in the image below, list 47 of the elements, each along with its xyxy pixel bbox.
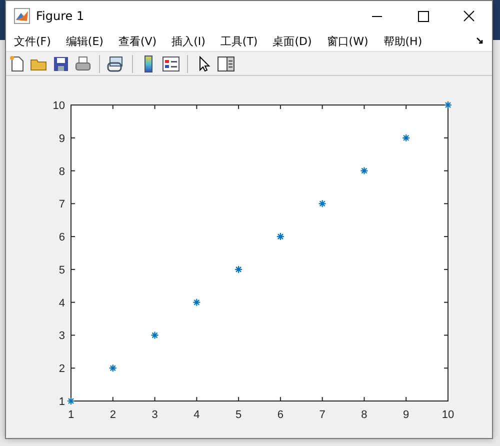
- data-point: [444, 100, 452, 110]
- data-point: [150, 331, 159, 340]
- data-point: [360, 166, 368, 175]
- y-tick-label: 4: [58, 297, 65, 310]
- menu-item[interactable]: 工具(T): [220, 34, 258, 48]
- menu-item[interactable]: 窗口(W): [326, 34, 368, 48]
- app-icon: [14, 8, 30, 24]
- data-point: [108, 364, 117, 372]
- window-title: Figure 1: [36, 9, 84, 23]
- menu-item[interactable]: 桌面(D): [272, 34, 312, 48]
- x-tick-label: 6: [277, 409, 284, 421]
- menu-item[interactable]: 查看(V): [118, 34, 157, 48]
- y-tick-label: 10: [52, 100, 65, 112]
- x-tick-label: 9: [403, 409, 410, 421]
- dock-icon[interactable]: [476, 37, 484, 45]
- x-tick-label: 10: [442, 409, 454, 421]
- save-icon[interactable]: [52, 54, 70, 72]
- data-point: [318, 200, 326, 208]
- menu-item[interactable]: 帮助(H): [383, 34, 422, 48]
- menu-item[interactable]: 文件(F): [14, 34, 51, 48]
- new-file-icon[interactable]: [8, 54, 26, 72]
- y-tick-label: 3: [58, 330, 65, 342]
- y-tick-label: 8: [58, 166, 65, 178]
- x-tick-label: 3: [152, 409, 158, 421]
- x-tick-label: 4: [194, 409, 200, 421]
- data-point: [234, 265, 243, 274]
- x-tick-label: 2: [110, 409, 116, 421]
- print-icon[interactable]: [74, 54, 92, 72]
- y-tick-label: 6: [58, 232, 65, 244]
- x-tick-label: 8: [361, 409, 368, 421]
- y-tick-label: 2: [58, 363, 65, 376]
- y-tick-label: 1: [58, 396, 65, 408]
- link-figure-icon[interactable]: [107, 54, 125, 72]
- data-point: [276, 232, 284, 241]
- data-point: [66, 396, 76, 406]
- y-tick-label: 7: [58, 198, 65, 211]
- data-point: [402, 134, 410, 142]
- x-tick-label: 7: [319, 409, 326, 421]
- x-tick-label: 1: [68, 409, 74, 421]
- y-tick-label: 5: [58, 264, 65, 276]
- y-tick-label: 9: [58, 132, 65, 145]
- property-panel-icon[interactable]: [217, 54, 235, 72]
- menu-item[interactable]: 编辑(E): [66, 34, 104, 48]
- legend-icon[interactable]: [162, 54, 180, 72]
- menu-item[interactable]: 插入(I): [172, 34, 206, 48]
- x-tick-label: 5: [236, 409, 242, 421]
- data-point: [192, 298, 201, 306]
